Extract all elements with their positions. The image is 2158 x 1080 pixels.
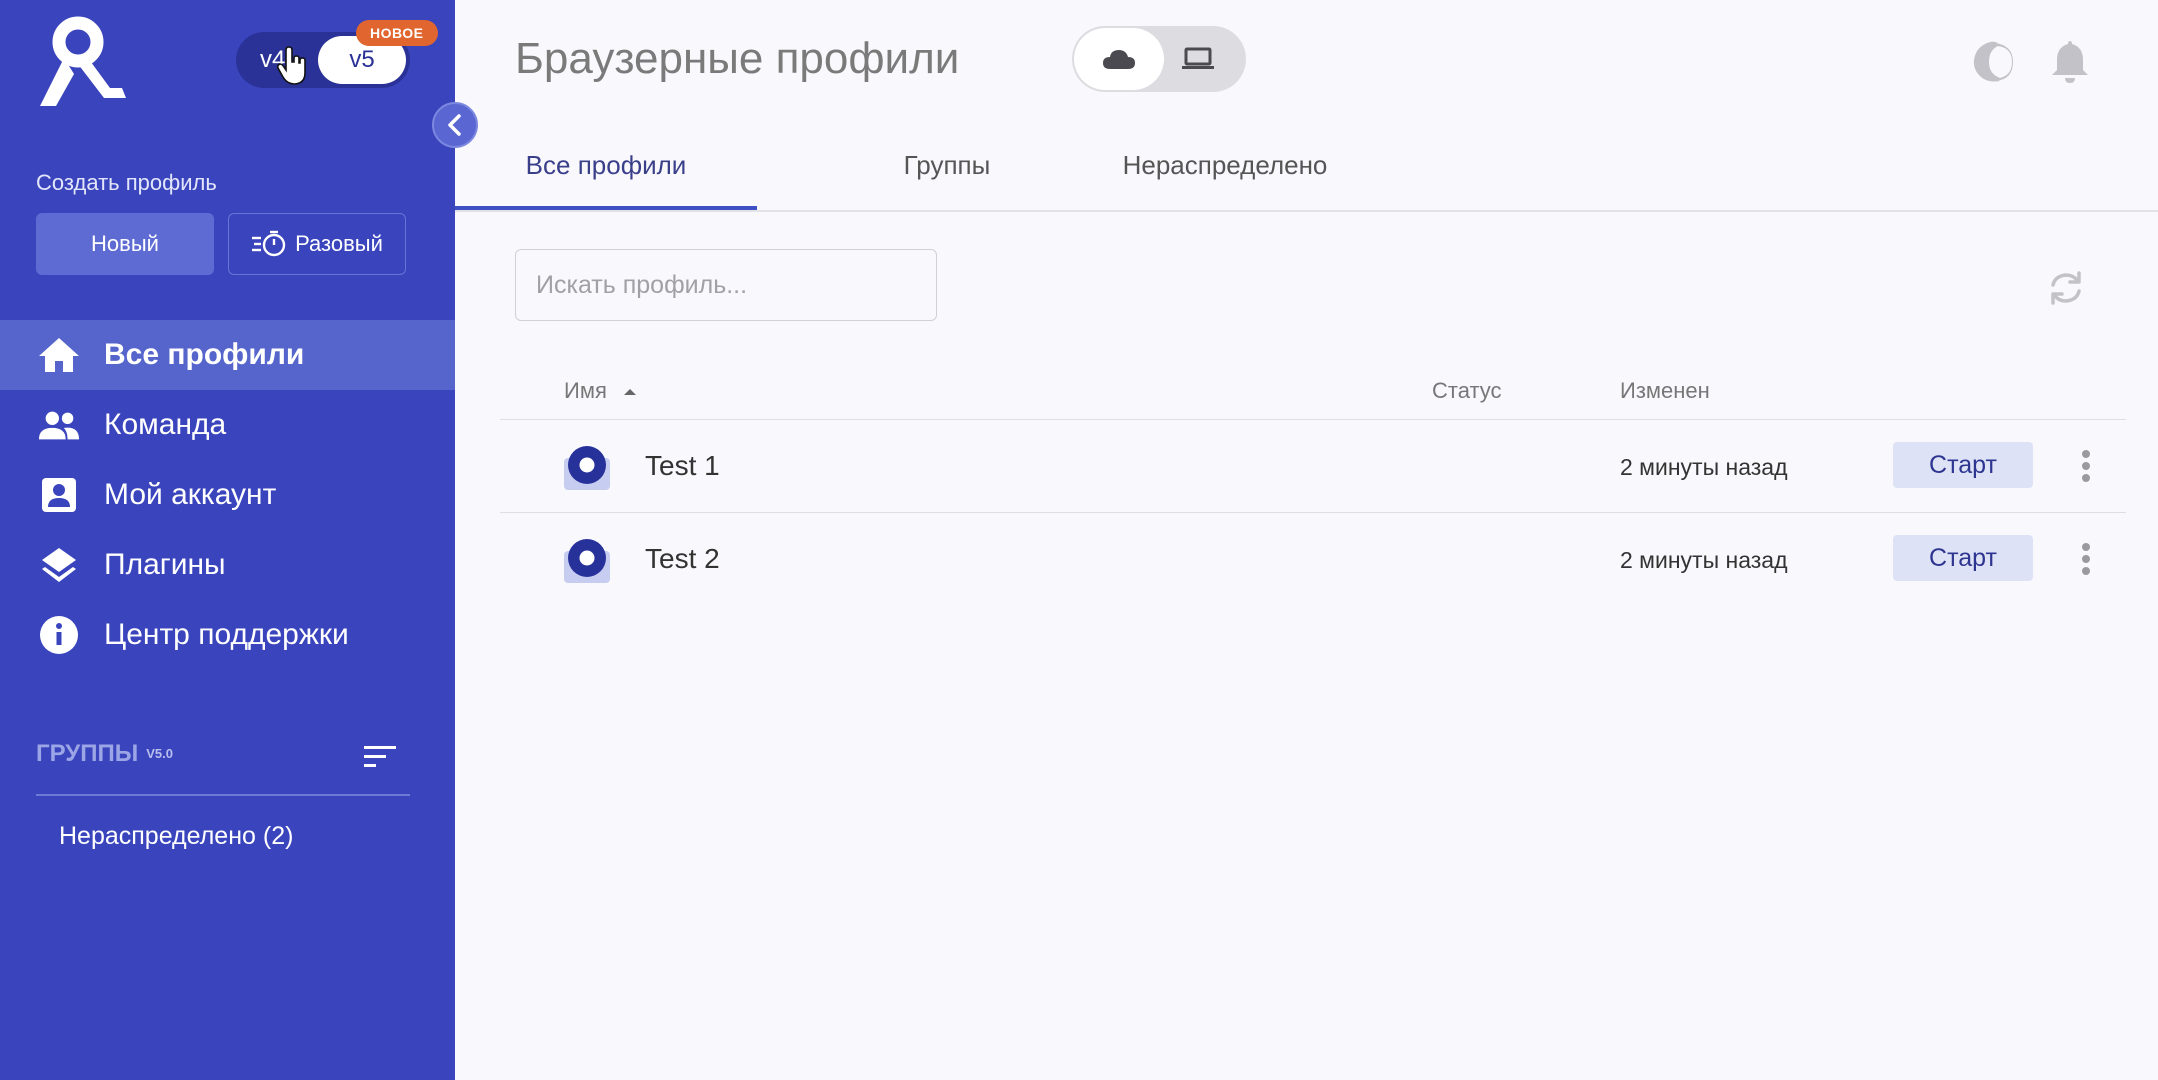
profile-browser-icon xyxy=(564,446,610,490)
sidebar-item-plugins[interactable]: Плагины xyxy=(0,530,455,600)
sidebar-item-support-center[interactable]: Центр поддержки xyxy=(0,600,455,670)
sidebar-item-label: Мой аккаунт xyxy=(104,478,277,511)
sidebar-item-label: Плагины xyxy=(104,548,226,581)
active-tab-indicator xyxy=(455,206,757,210)
home-icon xyxy=(38,334,80,376)
notifications-bell-icon[interactable] xyxy=(2050,38,2090,84)
column-modified-header[interactable]: Изменен xyxy=(1620,378,1710,404)
profile-tabs: Все профили Группы Нераспределено xyxy=(455,130,2158,212)
sidebar-item-team[interactable]: Команда xyxy=(0,390,455,460)
groups-divider xyxy=(36,794,410,796)
cloud-storage-option[interactable] xyxy=(1074,28,1164,90)
team-icon xyxy=(38,404,80,446)
tab-all-profiles[interactable]: Все профили xyxy=(455,130,757,212)
profile-name: Test 2 xyxy=(645,543,720,574)
account-icon xyxy=(38,474,80,516)
sidebar: v4 v5 НОВОЕ Создать профиль Новый Разовы… xyxy=(0,0,455,1080)
tab-unassigned[interactable]: Нераспределено xyxy=(1075,130,1375,212)
search-profile-input[interactable] xyxy=(515,249,937,321)
column-status-header[interactable]: Статус xyxy=(1432,378,1502,404)
one-time-profile-label: Разовый xyxy=(295,231,383,256)
collapse-sidebar-button[interactable] xyxy=(432,102,478,148)
profile-browser-icon xyxy=(564,539,610,583)
hand-cursor-icon xyxy=(276,46,306,85)
sort-icon[interactable] xyxy=(364,744,398,770)
sort-ascending-icon xyxy=(623,389,636,395)
stopwatch-icon xyxy=(252,230,286,257)
info-icon xyxy=(38,614,80,656)
app-logo xyxy=(40,16,126,106)
dark-mode-icon[interactable] xyxy=(1972,40,2016,84)
column-name-header[interactable]: Имя xyxy=(564,378,639,404)
laptop-icon xyxy=(1182,47,1214,69)
start-profile-button[interactable]: Старт xyxy=(1893,535,2033,581)
groups-version: V5.0 xyxy=(146,746,173,761)
more-options-icon[interactable] xyxy=(2074,446,2098,486)
storage-toggle[interactable] xyxy=(1072,26,1246,92)
table-row[interactable]: Test 2 2 минуты назад Старт xyxy=(500,513,2126,606)
cloud-icon xyxy=(1103,50,1135,69)
group-item-unassigned[interactable]: Нераспределено (2) xyxy=(59,822,293,851)
groups-heading: ГРУППЫ V5.0 xyxy=(36,740,173,768)
profile-modified: 2 минуты назад xyxy=(1620,454,1788,480)
sidebar-item-label: Центр поддержки xyxy=(104,618,349,651)
start-profile-button[interactable]: Старт xyxy=(1893,442,2033,488)
local-storage-option[interactable] xyxy=(1158,28,1238,90)
table-header: Имя Статус Изменен xyxy=(500,362,2126,420)
create-profile-label: Создать профиль xyxy=(36,170,217,195)
sidebar-item-label: Команда xyxy=(104,408,227,441)
sidebar-item-all-profiles[interactable]: Все профили xyxy=(0,320,455,390)
sidebar-nav: Все профили Команда Мой аккаунт Плагины … xyxy=(0,320,455,670)
groups-title: ГРУППЫ xyxy=(36,740,139,767)
tab-groups[interactable]: Группы xyxy=(847,130,1047,212)
new-profile-button[interactable]: Новый xyxy=(36,213,214,275)
sidebar-item-label: Все профили xyxy=(104,338,305,371)
chevron-left-icon xyxy=(448,114,461,136)
new-badge: НОВОЕ xyxy=(356,20,438,46)
one-time-profile-button[interactable]: Разовый xyxy=(228,213,406,275)
column-name-label: Имя xyxy=(564,378,607,403)
layers-icon xyxy=(38,544,80,586)
more-options-icon[interactable] xyxy=(2074,539,2098,579)
profiles-table: Имя Статус Изменен Test 1 2 минуты назад… xyxy=(500,362,2126,606)
profile-name: Test 1 xyxy=(645,450,720,481)
page-title: Браузерные профили xyxy=(515,34,960,83)
profile-modified: 2 минуты назад xyxy=(1620,547,1788,573)
table-row[interactable]: Test 1 2 минуты назад Старт xyxy=(500,420,2126,513)
refresh-icon[interactable] xyxy=(2046,268,2086,308)
sidebar-item-my-account[interactable]: Мой аккаунт xyxy=(0,460,455,530)
